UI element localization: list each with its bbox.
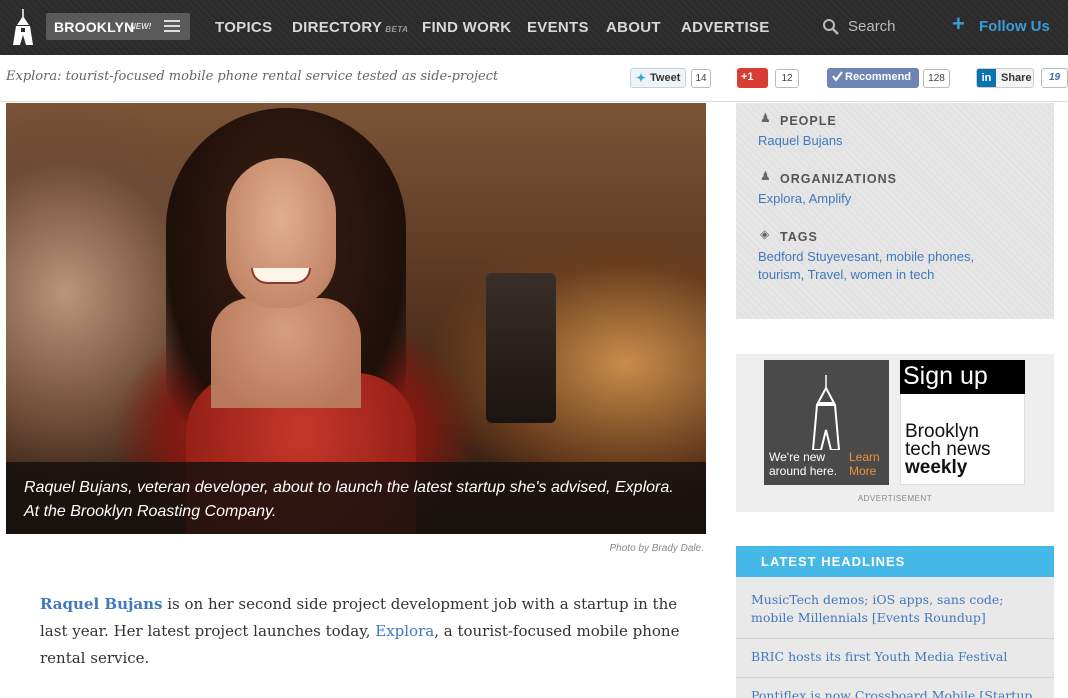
tag-link[interactable]: Travel bbox=[808, 267, 844, 282]
coffee-grinder-shape bbox=[486, 273, 556, 423]
org-link[interactable]: Explora bbox=[758, 191, 802, 206]
recommend-count: 128 bbox=[923, 69, 950, 88]
ad-newsletter-text: Brooklyn tech news weekly bbox=[905, 422, 991, 478]
person-link[interactable]: Raquel Bujans bbox=[40, 595, 162, 613]
article-paragraph: Raquel Bujans is on her second side proj… bbox=[40, 591, 680, 672]
ad-signup-banner[interactable]: Sign up Brooklyn tech news weekly bbox=[900, 360, 1025, 485]
nav-advertise[interactable]: ADVERTISE bbox=[681, 19, 770, 36]
tweet-button[interactable]: ✦ Tweet bbox=[630, 68, 686, 88]
top-navbar: BROOKLYN NEW! TOPICS DIRECTORY BETA FIND … bbox=[0, 0, 1068, 55]
hamburger-icon[interactable] bbox=[164, 20, 180, 33]
person-icon: ♟ bbox=[760, 111, 771, 125]
nav-find-work[interactable]: FIND WORK bbox=[422, 19, 511, 36]
tag-link[interactable]: tourism bbox=[758, 267, 801, 282]
tag-link[interactable]: Bedford Stuyevesant bbox=[758, 249, 879, 264]
article-meta-panel: ♟ PEOPLE Raquel Bujans ♟ ORGANIZATIONS E… bbox=[736, 103, 1054, 319]
hero-photo: Raquel Bujans, veteran developer, about … bbox=[6, 103, 706, 534]
tag-icon: ◈ bbox=[760, 227, 770, 241]
linkedin-icon: in bbox=[977, 69, 996, 87]
tweet-count: 14 bbox=[691, 69, 711, 88]
twitter-bird-icon: ✦ bbox=[636, 71, 647, 85]
plus-icon: + bbox=[952, 11, 965, 36]
advertisement-label: ADVERTISEMENT bbox=[857, 494, 933, 503]
facebook-recommend-button[interactable]: Recommend bbox=[827, 68, 919, 88]
organization-icon: ♟ bbox=[760, 169, 771, 183]
search-icon bbox=[823, 19, 839, 35]
check-icon bbox=[832, 71, 843, 82]
ad-were-new-text: We're new around here. bbox=[769, 450, 838, 478]
share-bar: Explora: tourist-focused mobile phone re… bbox=[0, 55, 1068, 102]
headline-link[interactable]: Pontiflex is now Crossboard Mobile [Star… bbox=[751, 687, 1046, 698]
ad-signup-heading: Sign up bbox=[900, 360, 1025, 394]
photo-face-shape bbox=[226, 158, 336, 308]
advertisement: We're new around here. Learn More Sign u… bbox=[736, 354, 1054, 512]
google-plus-button[interactable]: +1 bbox=[737, 68, 768, 88]
search-label: Search bbox=[848, 18, 896, 35]
headline-link[interactable]: MusicTech demos; iOS apps, sans code; mo… bbox=[751, 591, 1046, 627]
organizations-list: Explora, Amplify bbox=[758, 191, 852, 206]
headline-divider bbox=[736, 638, 1054, 639]
headline-link[interactable]: BRIC hosts its first Youth Media Festiva… bbox=[751, 648, 1046, 666]
people-link[interactable]: Raquel Bujans bbox=[758, 132, 1018, 150]
nav-topics[interactable]: TOPICS bbox=[215, 19, 272, 36]
nav-about[interactable]: ABOUT bbox=[606, 19, 661, 36]
ad-were-new-banner[interactable]: We're new around here. Learn More bbox=[764, 360, 889, 485]
ad-learn-more-link[interactable]: Learn More bbox=[849, 450, 889, 478]
photo-smile-shape bbox=[251, 268, 311, 284]
ad-weekly-text: weekly bbox=[905, 457, 968, 478]
people-heading: PEOPLE bbox=[780, 114, 837, 128]
brooklyn-tower-icon bbox=[812, 375, 840, 450]
linkedin-label: Share bbox=[1001, 72, 1032, 84]
tags-heading: TAGS bbox=[780, 230, 818, 244]
tweet-label: Tweet bbox=[650, 72, 681, 84]
linkedin-share-button[interactable]: in Share bbox=[976, 68, 1034, 88]
nav-directory-label: DIRECTORY bbox=[292, 19, 383, 36]
nav-events[interactable]: EVENTS bbox=[527, 19, 589, 36]
latest-headlines-list: MusicTech demos; iOS apps, sans code; mo… bbox=[736, 577, 1054, 698]
gplus-label: +1 bbox=[741, 71, 754, 83]
brooklyn-tower-logo-icon[interactable] bbox=[12, 9, 34, 45]
city-new-badge: NEW! bbox=[130, 22, 152, 31]
headline-divider bbox=[736, 677, 1054, 678]
follow-us-label: Follow Us bbox=[979, 18, 1050, 35]
tags-list: Bedford Stuyevesant, mobile phones, tour… bbox=[758, 249, 975, 282]
linkedin-count: 19 bbox=[1041, 68, 1068, 88]
tag-link[interactable]: women in tech bbox=[851, 267, 935, 282]
photo-caption: Raquel Bujans, veteran developer, about … bbox=[24, 479, 674, 520]
city-name: BROOKLYN bbox=[54, 19, 135, 35]
nav-directory[interactable]: DIRECTORY BETA bbox=[292, 19, 408, 36]
latest-headlines-heading: LATEST HEADLINES bbox=[736, 546, 1054, 577]
org-link[interactable]: Amplify bbox=[809, 191, 852, 206]
article-title: Explora: tourist-focused mobile phone re… bbox=[6, 69, 499, 84]
beta-badge: BETA bbox=[385, 25, 409, 34]
gplus-count: 12 bbox=[775, 69, 799, 88]
recommend-label: Recommend bbox=[845, 71, 912, 83]
explora-link[interactable]: Explora bbox=[375, 622, 434, 640]
organizations-heading: ORGANIZATIONS bbox=[780, 172, 897, 186]
photo-credit: Photo by Brady Dale. bbox=[609, 543, 705, 554]
tag-link[interactable]: mobile phones bbox=[886, 249, 971, 264]
photo-chest-shape bbox=[211, 298, 361, 408]
city-selector[interactable]: BROOKLYN NEW! bbox=[46, 13, 190, 40]
